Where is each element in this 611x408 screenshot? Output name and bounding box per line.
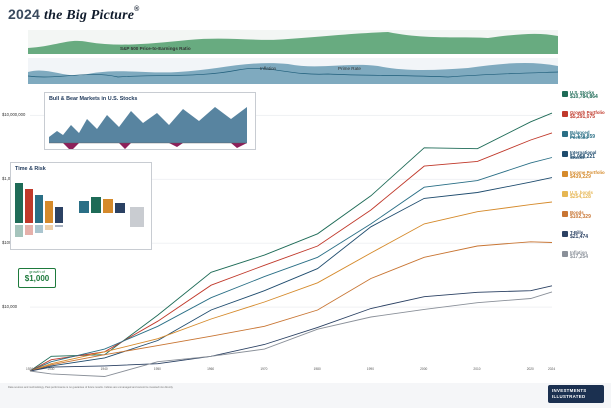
x-tick-label: 1990 bbox=[366, 367, 374, 371]
prime-title: Prime Rate bbox=[338, 66, 361, 71]
tr-mid-1 bbox=[79, 201, 89, 213]
tr-range bbox=[130, 207, 144, 227]
legend-value: $17,254 bbox=[570, 254, 589, 260]
x-tick-label: 1980 bbox=[313, 367, 321, 371]
x-tick-label: 1940 bbox=[100, 367, 108, 371]
tr-bar-2-low bbox=[25, 225, 33, 235]
inflation-title: Inflation bbox=[260, 66, 277, 71]
legend-swatch bbox=[562, 211, 568, 217]
legend-swatch bbox=[562, 151, 568, 157]
growth-callout: growth of $1,000 bbox=[18, 268, 56, 288]
tr-bar-1 bbox=[15, 183, 23, 223]
logo-line2: ILLUSTRATED bbox=[552, 394, 586, 399]
tr-bar-5-low bbox=[55, 225, 63, 227]
legend-swatch bbox=[562, 171, 568, 177]
title-reg: ® bbox=[134, 6, 140, 13]
x-tick-label: 2000 bbox=[420, 367, 428, 371]
header: 2024 the Big Picture® bbox=[0, 0, 611, 30]
tr-mid-4 bbox=[115, 203, 125, 213]
logo: INVESTMENTS ILLUSTRATED bbox=[548, 385, 604, 403]
x-tick-label: 2024 bbox=[548, 367, 556, 371]
bull-area bbox=[49, 107, 247, 143]
inset-bull-bear: Bull & Bear Markets in U.S. Stocks bbox=[44, 92, 256, 150]
series-line-t-bills bbox=[29, 285, 553, 372]
legend-swatch bbox=[562, 131, 568, 137]
legend-value: $439,229 bbox=[570, 174, 591, 180]
tr-bar-4 bbox=[45, 201, 53, 223]
legend-swatch bbox=[562, 231, 568, 237]
tr-bar-5 bbox=[55, 207, 63, 223]
legend-value: $5,291,075 bbox=[570, 114, 596, 120]
legend-value: $102,329 bbox=[570, 214, 591, 220]
legend-swatch bbox=[562, 91, 568, 97]
bull-bear-chart bbox=[49, 107, 247, 149]
top-indicator-bands bbox=[28, 30, 558, 84]
tr-mid-3 bbox=[103, 199, 113, 213]
x-tick-label: 1930 bbox=[47, 367, 55, 371]
tr-bar-1-low bbox=[15, 225, 23, 237]
pe-title: S&P 500 Price-to-Earnings Ratio bbox=[120, 46, 191, 51]
y-tick-label: $10,000 bbox=[2, 304, 18, 310]
title-brand: the Big Picture bbox=[44, 8, 135, 23]
bear-area bbox=[63, 143, 247, 149]
page-title: 2024 the Big Picture® bbox=[8, 6, 140, 24]
tr-mid-2 bbox=[91, 197, 101, 213]
title-year: 2024 bbox=[8, 6, 40, 22]
legend-value: $10,784,864 bbox=[570, 94, 598, 100]
legend-value: $2,179,859 bbox=[570, 134, 596, 140]
y-tick-label: $10,000,000 bbox=[2, 112, 26, 118]
tr-bar-2 bbox=[25, 189, 33, 223]
legend-swatch bbox=[562, 111, 568, 117]
legend-swatch bbox=[562, 251, 568, 257]
x-tick-label: 2010 bbox=[473, 367, 481, 371]
tr-bar-4-low bbox=[45, 225, 53, 230]
x-axis-years: 1926 1930 1940 1950 1960 1970 1980 1990 2000 2010… bbox=[26, 367, 560, 373]
legend-value: $254,128 bbox=[570, 194, 591, 200]
footnote: Data sources and methodology. Past perfo… bbox=[8, 386, 174, 389]
tr-bar-3 bbox=[35, 195, 43, 223]
growth-value: $1,000 bbox=[24, 274, 50, 283]
time-risk-chart bbox=[15, 183, 144, 237]
x-tick-label: 1960 bbox=[207, 367, 215, 371]
x-tick-label: 1950 bbox=[153, 367, 161, 371]
series-line-inflation bbox=[29, 291, 553, 377]
legend-swatch bbox=[562, 191, 568, 197]
legend-value: $1,058,221 bbox=[570, 154, 596, 160]
tr-bar-3-low bbox=[35, 225, 43, 233]
inset-time-risk: Time & Risk bbox=[10, 162, 152, 250]
logo-line1: INVESTMENTS bbox=[552, 388, 587, 393]
x-tick-label: 1970 bbox=[260, 367, 268, 371]
x-tick-label: 2020 bbox=[526, 367, 534, 371]
x-tick-label: 1926 bbox=[26, 367, 34, 371]
legend-value: $21,474 bbox=[570, 234, 589, 240]
